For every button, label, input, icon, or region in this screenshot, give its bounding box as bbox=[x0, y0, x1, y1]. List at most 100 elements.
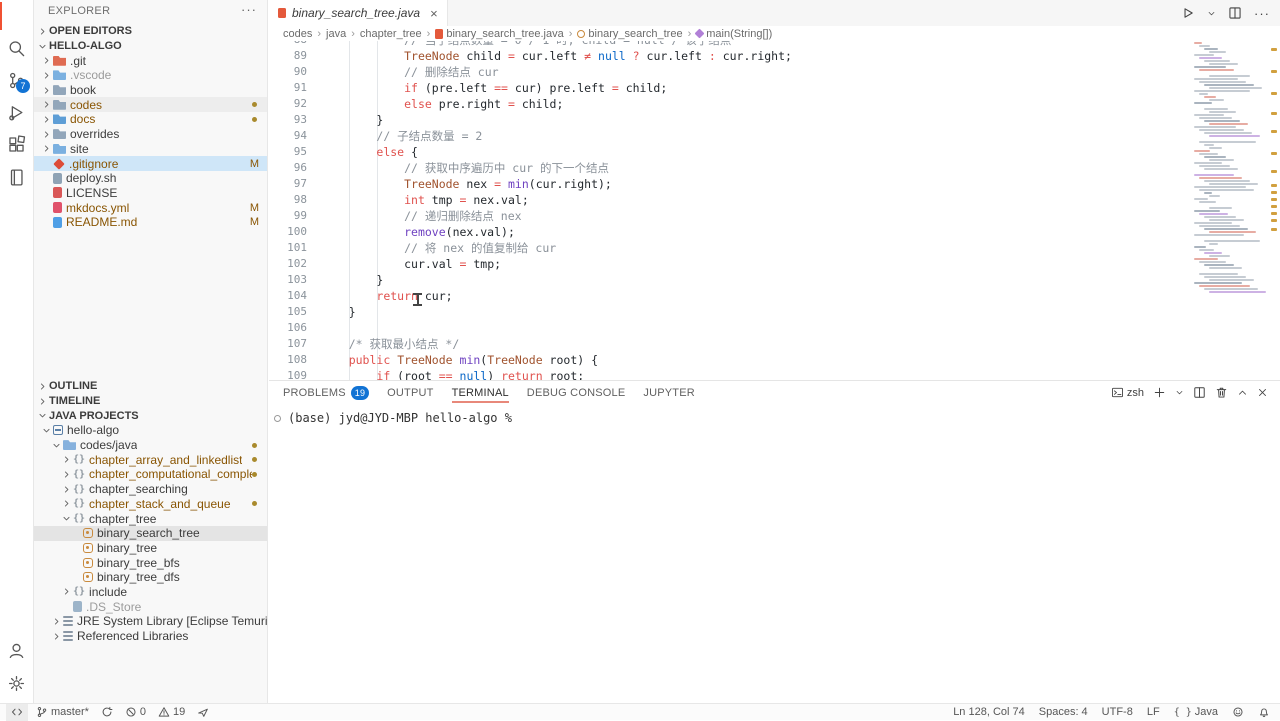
new-terminal-icon[interactable] bbox=[1153, 386, 1166, 399]
breadcrumb-item[interactable]: chapter_tree bbox=[360, 28, 422, 40]
panel-tab-debug-console[interactable]: DEBUG CONSOLE bbox=[527, 381, 626, 404]
status-sync[interactable] bbox=[101, 706, 113, 718]
tree-item--git[interactable]: .git bbox=[34, 53, 267, 68]
run-dropdown-icon[interactable] bbox=[1207, 9, 1216, 18]
section-header-java-projects[interactable]: JAVA PROJECTS bbox=[34, 408, 267, 423]
breadcrumb-item[interactable]: binary_search_tree.java bbox=[435, 28, 563, 40]
section-header-outline[interactable]: OUTLINE bbox=[34, 379, 267, 394]
section-header-label: OUTLINE bbox=[49, 380, 97, 392]
modified-dot bbox=[252, 443, 257, 448]
more-actions-icon[interactable]: ··· bbox=[241, 2, 257, 17]
run-button[interactable] bbox=[1181, 6, 1195, 20]
panel-tab-output[interactable]: OUTPUT bbox=[387, 381, 433, 404]
status-encoding[interactable]: UTF-8 bbox=[1102, 706, 1133, 718]
panel-tab-terminal[interactable]: TERMINAL bbox=[452, 381, 509, 404]
tree-item-binary-tree[interactable]: binary_tree bbox=[34, 541, 267, 556]
panel-tab-jupyter[interactable]: JUPYTER bbox=[643, 381, 695, 404]
breadcrumb-item[interactable]: binary_search_tree bbox=[577, 28, 682, 40]
section-header-label: HELLO-ALGO bbox=[49, 40, 122, 52]
breadcrumb-item[interactable]: java bbox=[326, 28, 346, 40]
tree-item-book[interactable]: book bbox=[34, 83, 267, 98]
tree-item--vscode[interactable]: .vscode bbox=[34, 68, 267, 83]
tree-item--gitignore[interactable]: .gitignoreM bbox=[34, 156, 267, 171]
activity-extensions-icon[interactable] bbox=[0, 128, 33, 160]
tree-item-chapter-tree[interactable]: {}chapter_tree bbox=[34, 511, 267, 526]
close-icon[interactable]: × bbox=[430, 6, 438, 21]
tree-item-hello-algo[interactable]: hello-algo bbox=[34, 423, 267, 438]
status-warnings[interactable]: 19 bbox=[158, 706, 185, 718]
activity-run-debug-icon[interactable] bbox=[0, 96, 33, 128]
panel-tab-problems[interactable]: PROBLEMS19 bbox=[283, 381, 369, 404]
more-actions-icon[interactable]: ··· bbox=[1254, 6, 1270, 21]
split-editor-icon[interactable] bbox=[1228, 6, 1242, 20]
breadcrumb-item[interactable]: main(String[]) bbox=[696, 28, 772, 40]
minimap[interactable] bbox=[1194, 41, 1266, 311]
tree-item-binary-tree-bfs[interactable]: binary_tree_bfs bbox=[34, 555, 267, 570]
tree-item-label: chapter_stack_and_queue bbox=[89, 497, 230, 511]
tree-item-binary-search-tree[interactable]: binary_search_tree bbox=[34, 526, 267, 541]
breadcrumb-separator: › bbox=[569, 28, 573, 40]
activity-source-control-icon[interactable]: 7 bbox=[0, 64, 33, 96]
tree-item-overrides[interactable]: overrides bbox=[34, 127, 267, 142]
tree-item-chapter-stack-and-queue[interactable]: {}chapter_stack_and_queue bbox=[34, 497, 267, 512]
tree-item-referenced-libraries[interactable]: Referenced Libraries bbox=[34, 629, 267, 644]
split-terminal-icon[interactable] bbox=[1193, 386, 1206, 399]
code-line: 100 remove(nex.val); bbox=[269, 224, 1190, 240]
status-errors[interactable]: 0 bbox=[125, 706, 146, 718]
status-remote-indicator[interactable] bbox=[6, 704, 28, 721]
close-panel-icon[interactable] bbox=[1257, 387, 1268, 398]
tree-item-license[interactable]: LICENSE bbox=[34, 186, 267, 201]
code-line: 108 public TreeNode min(TreeNode root) { bbox=[269, 352, 1190, 368]
tree-item-include[interactable]: {}include bbox=[34, 585, 267, 600]
code-editor[interactable]: 88 // 当子结点数量 = 0 / 1 时, child = null / 该… bbox=[269, 41, 1190, 380]
section-header-hello-algo[interactable]: HELLO-ALGO bbox=[34, 39, 267, 54]
chevron-right-icon bbox=[60, 587, 73, 596]
status-eol[interactable]: LF bbox=[1147, 706, 1160, 718]
code-text: int tmp = nex.val; bbox=[321, 192, 529, 208]
tree-item--ds-store[interactable]: .DS_Store bbox=[34, 599, 267, 614]
terminal-dropdown-icon[interactable] bbox=[1175, 388, 1184, 397]
tree-item-chapter-computational-complexity[interactable]: {}chapter_computational_complexity bbox=[34, 467, 267, 482]
kill-terminal-icon[interactable] bbox=[1215, 386, 1228, 399]
folder-icon bbox=[53, 56, 66, 66]
tree-item-codes[interactable]: codes bbox=[34, 97, 267, 112]
activity-settings-icon[interactable] bbox=[0, 667, 33, 699]
sidebar-title: EXPLORER bbox=[48, 5, 110, 17]
tree-item-site[interactable]: site bbox=[34, 142, 267, 157]
status-git-branch[interactable]: master* bbox=[36, 706, 89, 718]
section-header-open-editors[interactable]: OPEN EDITORS bbox=[34, 24, 267, 39]
line-number: 101 bbox=[269, 240, 307, 256]
tree-item-binary-tree-dfs[interactable]: binary_tree_dfs bbox=[34, 570, 267, 585]
status-language-mode[interactable]: { }Java bbox=[1174, 706, 1218, 718]
activity-search-icon[interactable] bbox=[0, 32, 33, 64]
status-cursor-position[interactable]: Ln 128, Col 74 bbox=[953, 706, 1025, 718]
tree-item-chapter-searching[interactable]: {}chapter_searching bbox=[34, 482, 267, 497]
terminal-shell-selector[interactable]: zsh bbox=[1111, 386, 1144, 399]
status-notifications[interactable] bbox=[1258, 706, 1270, 718]
tree-item-mkdocs-yml[interactable]: mkdocs.ymlM bbox=[34, 200, 267, 215]
code-text: // 获取中序遍历中 cur 的下一个结点 bbox=[321, 160, 609, 176]
terminal-prompt[interactable]: (base) jyd@JYD-MBP hello-algo % bbox=[288, 411, 512, 425]
status-java-status[interactable] bbox=[197, 706, 209, 718]
status-label: LF bbox=[1147, 706, 1160, 718]
tree-item-codes-java[interactable]: codes/java bbox=[34, 438, 267, 453]
section-header-timeline[interactable]: TIMELINE bbox=[34, 394, 267, 409]
code-line: 97 TreeNode nex = min(cur.right); bbox=[269, 176, 1190, 192]
breadcrumb-item[interactable]: codes bbox=[283, 28, 312, 40]
line-number: 98 bbox=[269, 192, 307, 208]
tree-item-jre-system-library-eclipse-temurin-17-17-[interactable]: JRE System Library [Eclipse Temurin 17 [… bbox=[34, 614, 267, 629]
activity-notebook-icon[interactable] bbox=[0, 161, 33, 193]
tab-binary-search-tree[interactable]: binary_search_tree.java × bbox=[269, 0, 448, 26]
tree-item-readme-md[interactable]: README.mdM bbox=[34, 215, 267, 230]
ibeam-cursor bbox=[412, 292, 423, 306]
line-number: 92 bbox=[269, 96, 307, 112]
activity-explorer-icon[interactable] bbox=[0, 0, 33, 32]
activity-account-icon[interactable] bbox=[0, 634, 33, 666]
maximize-panel-icon[interactable] bbox=[1237, 387, 1248, 398]
tree-item-deploy-sh[interactable]: deploy.sh bbox=[34, 171, 267, 186]
tree-item-docs[interactable]: docs bbox=[34, 112, 267, 127]
tree-item-chapter-array-and-linkedlist[interactable]: {}chapter_array_and_linkedlist bbox=[34, 452, 267, 467]
status-feedback[interactable] bbox=[1232, 706, 1244, 718]
status-indentation[interactable]: Spaces: 4 bbox=[1039, 706, 1088, 718]
java-file-icon bbox=[435, 29, 443, 39]
